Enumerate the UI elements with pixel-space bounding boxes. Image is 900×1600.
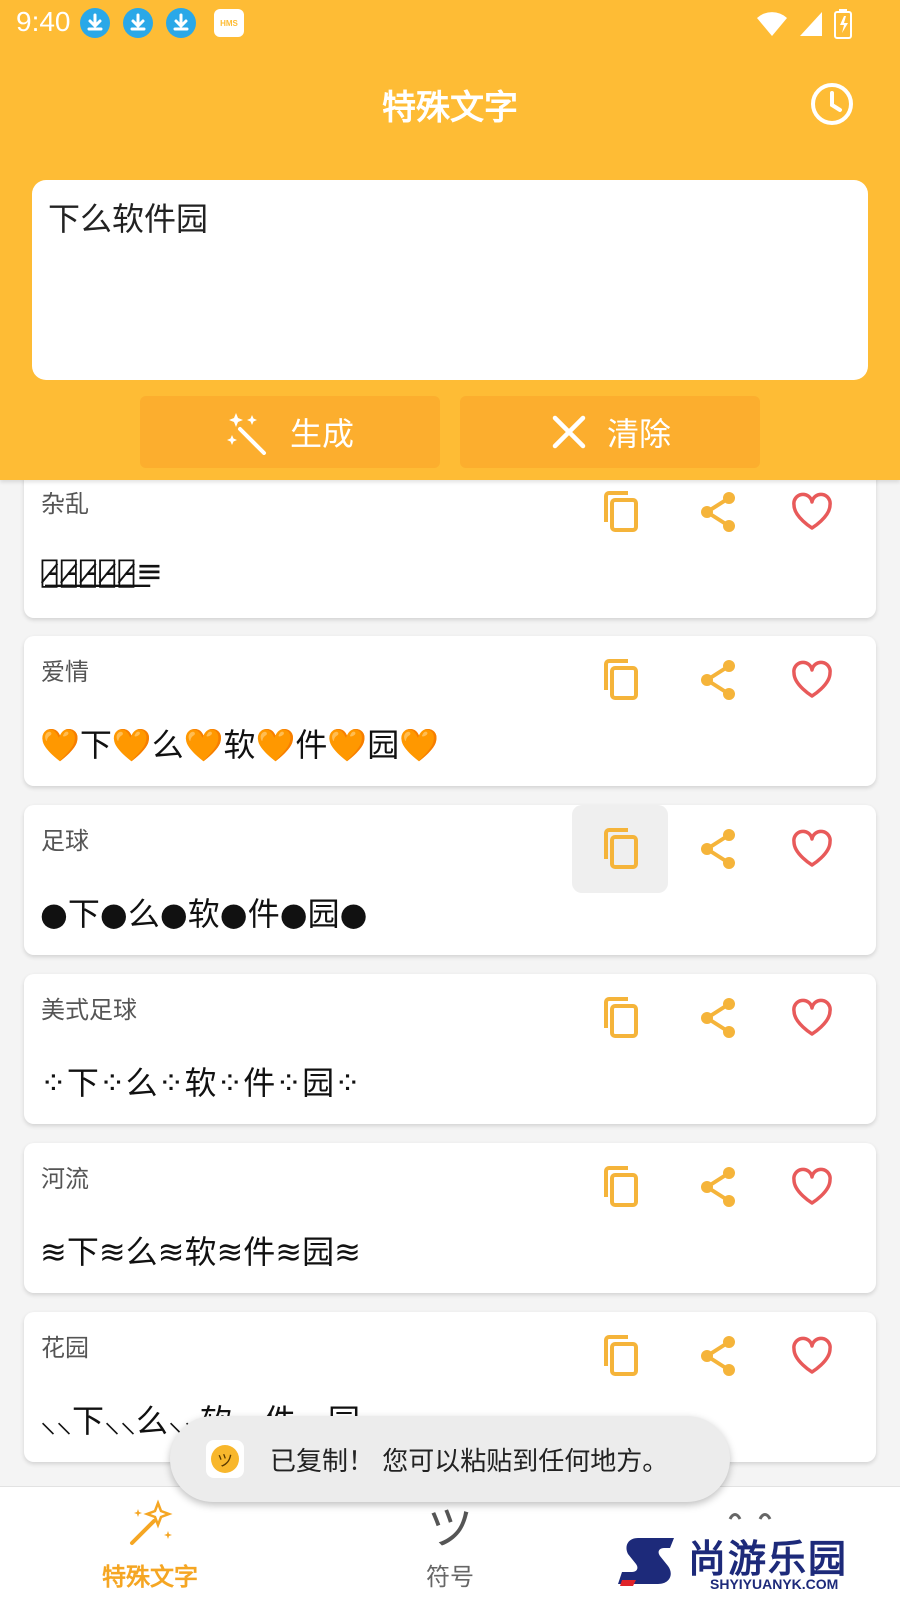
magic-wand-icon: [226, 413, 266, 455]
watermark-logo: 尚游乐园 SHYIYUANYK.COM: [618, 1528, 900, 1600]
styled-text: 🧡下🧡么🧡软🧡件🧡园🧡: [40, 726, 440, 764]
generate-label: 生成: [289, 415, 354, 453]
copy-button[interactable]: [572, 636, 668, 724]
clock-icon: [811, 83, 853, 125]
share-icon: [701, 492, 735, 532]
app-logo-icon: ツ: [206, 1440, 244, 1478]
styled-text: ●下●么●软●件●园●: [40, 895, 368, 933]
share-icon: [701, 829, 735, 869]
copy-button[interactable]: [572, 805, 668, 893]
styled-text: 下̷̵͟么̷̵͟软̷̵͟件̷̵͟园̷̵͟≡: [40, 552, 163, 590]
share-button[interactable]: [670, 974, 766, 1062]
favorite-button[interactable]: [764, 1312, 860, 1400]
result-card[interactable]: 爱情 🧡下🧡么🧡软🧡件🧡园🧡: [24, 636, 876, 786]
download-notification-icon: [80, 8, 110, 38]
result-card[interactable]: 足球 ●下●么●软●件●园●: [24, 805, 876, 955]
heart-icon: [792, 1167, 832, 1205]
share-button[interactable]: [670, 480, 766, 556]
share-icon: [701, 1336, 735, 1376]
share-button[interactable]: [670, 1312, 766, 1400]
watermark-title: 尚游乐园: [688, 1537, 849, 1581]
share-button[interactable]: [670, 1143, 766, 1231]
style-name-label: 美式足球: [41, 996, 137, 1024]
toast-message: ツ 已复制！ 您可以粘贴到任何地方。: [170, 1416, 730, 1502]
styled-text: ⁘下⁘么⁘软⁘件⁘园⁘: [40, 1064, 361, 1102]
heart-icon: [792, 660, 832, 698]
download-notification-icon: [166, 8, 196, 38]
copy-button[interactable]: [572, 1143, 668, 1231]
share-button[interactable]: [670, 636, 766, 724]
download-notification-icon: [123, 8, 153, 38]
style-name-label: 河流: [41, 1165, 89, 1193]
heart-icon: [792, 1336, 832, 1374]
style-name-label: 爱情: [41, 658, 89, 686]
result-card[interactable]: 杂乱下̷̵͟么̷̵͟软̷̵͟件̷̵͟园̷̵͟≡: [24, 480, 876, 618]
hms-icon: HMS: [214, 9, 244, 37]
text-input[interactable]: 下么软件园: [32, 180, 868, 380]
toast-text: 已复制！ 您可以粘贴到任何地方。: [270, 1446, 669, 1477]
status-time: 9:40: [16, 6, 71, 37]
style-name-label: 足球: [41, 827, 89, 855]
signal-icon: [800, 12, 822, 36]
result-card[interactable]: 美式足球 ⁘下⁘么⁘软⁘件⁘园⁘: [24, 974, 876, 1124]
copy-button[interactable]: [572, 974, 668, 1062]
copy-icon: [604, 828, 638, 869]
nav-tab-special-text[interactable]: 特殊文字: [0, 1487, 300, 1600]
nav-label: 特殊文字: [102, 1563, 198, 1591]
heart-icon: [792, 998, 832, 1036]
site-logo-icon: [618, 1538, 674, 1586]
style-name-label: 杂乱: [41, 490, 89, 518]
app-header: 9:40 HMS 特殊文字 下么软件园 生成 清除: [0, 0, 900, 480]
share-icon: [701, 1167, 735, 1207]
clear-button[interactable]: 清除: [460, 396, 760, 468]
copy-icon: [604, 659, 638, 700]
status-bar: 9:40 HMS: [0, 0, 900, 50]
watermark-url: SHYIYUANYK.COM: [710, 1576, 839, 1592]
history-button[interactable]: [808, 80, 856, 128]
copy-button[interactable]: [572, 1312, 668, 1400]
favorite-button[interactable]: [764, 636, 860, 724]
magic-wand-icon: [130, 1499, 173, 1545]
favorite-button[interactable]: [764, 974, 860, 1062]
copy-icon: [604, 997, 638, 1038]
favorite-button[interactable]: [764, 480, 860, 556]
nav-tab-symbols[interactable]: ツ 符号: [300, 1487, 600, 1600]
generate-button[interactable]: 生成: [140, 396, 440, 468]
heart-icon: [792, 492, 832, 530]
close-icon: [552, 415, 586, 449]
result-card[interactable]: 河流 ≋下≋么≋软≋件≋园≋: [24, 1143, 876, 1293]
heart-icon: [792, 829, 832, 867]
nav-label: 符号: [426, 1563, 474, 1591]
favorite-button[interactable]: [764, 805, 860, 893]
share-button[interactable]: [670, 805, 766, 893]
clear-label: 清除: [606, 415, 671, 453]
copy-button[interactable]: [572, 480, 668, 556]
copy-icon: [604, 491, 638, 532]
copy-icon: [604, 1166, 638, 1207]
battery-icon: [834, 9, 852, 39]
favorite-button[interactable]: [764, 1143, 860, 1231]
share-icon: [701, 998, 735, 1038]
wifi-icon: [757, 12, 787, 37]
system-status-icons: [756, 8, 852, 40]
share-icon: [701, 660, 735, 700]
style-name-label: 花园: [41, 1334, 89, 1362]
result-list[interactable]: 杂乱下̷̵͟么̷̵͟软̷̵͟件̷̵͟园̷̵͟≡ 爱情 🧡下🧡么🧡软🧡件🧡园🧡 足球 ●下…: [0, 480, 900, 1486]
styled-text: ≋下≋么≋软≋件≋园≋: [40, 1233, 361, 1271]
copy-icon: [604, 1335, 638, 1376]
page-title: 特殊文字: [382, 88, 518, 128]
